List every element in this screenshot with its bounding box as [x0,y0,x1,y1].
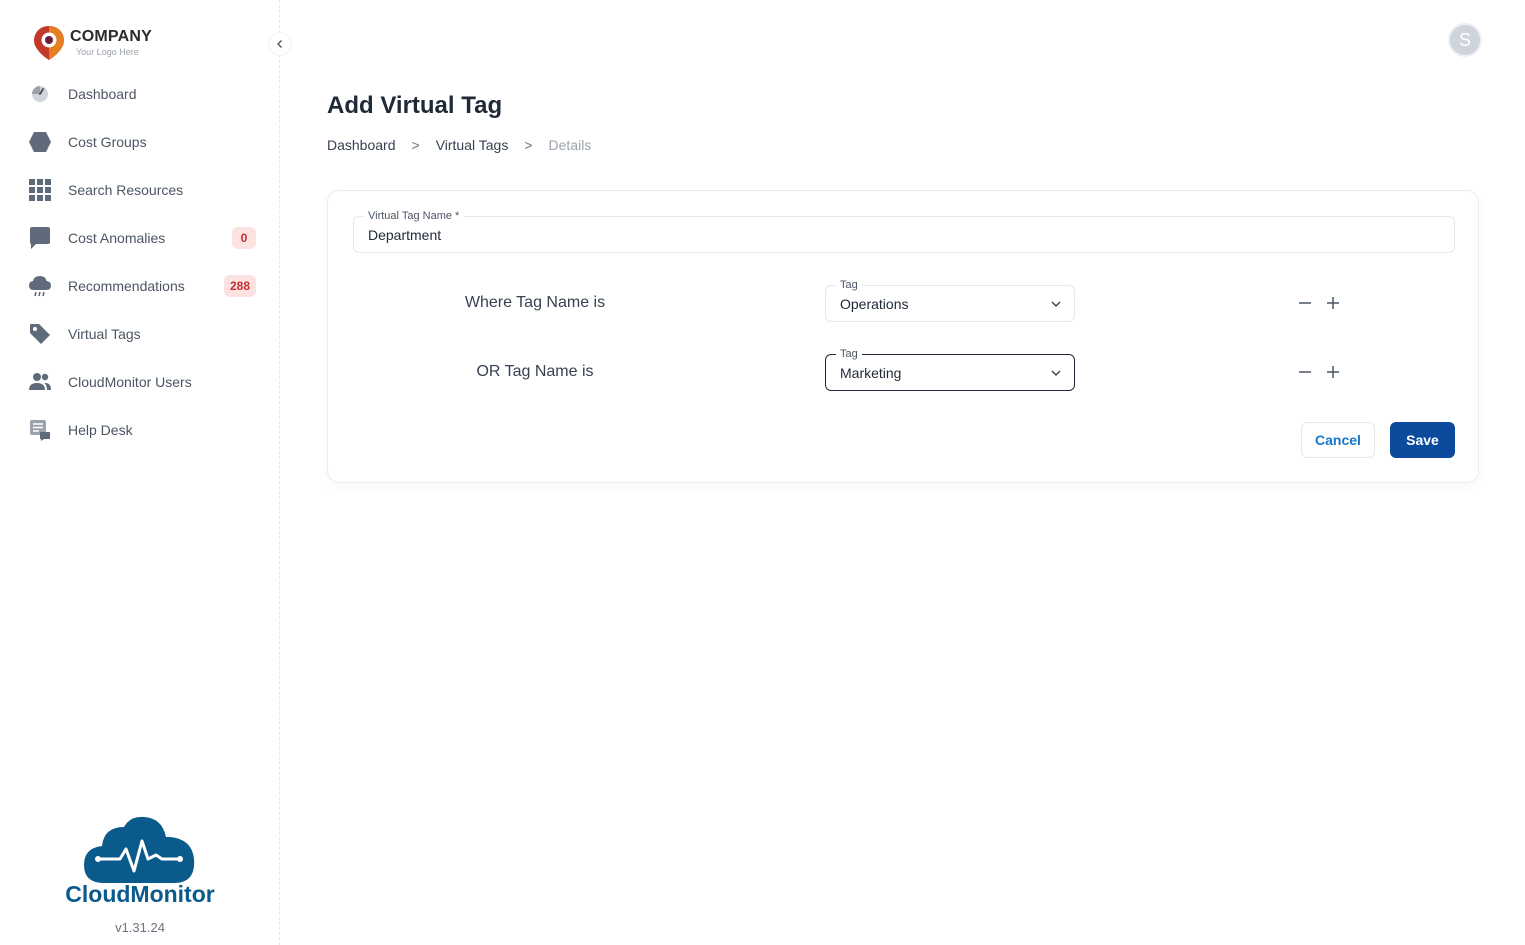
sidebar-nav: Dashboard Cost Groups Search Resources C… [0,70,280,454]
virtual-tag-name-value: Department [368,227,442,243]
remove-condition-button[interactable] [1297,364,1313,380]
sidebar-item-label: CloudMonitor Users [68,374,192,390]
breadcrumb-separator: > [524,137,533,153]
virtual-tag-form-card: Virtual Tag Name * Department Where Tag … [327,190,1479,483]
chat-icon [28,226,52,250]
grid-icon [28,178,52,202]
tag-select-label: Tag [836,278,862,292]
anomalies-count-badge: 0 [232,227,256,249]
breadcrumb-virtual-tags[interactable]: Virtual Tags [436,137,509,153]
company-tagline: Your Logo Here [76,47,139,57]
breadcrumb-dashboard[interactable]: Dashboard [327,137,396,153]
sidebar-item-dashboard[interactable]: Dashboard [0,70,280,118]
condition-label-or: OR Tag Name is [476,363,594,380]
sidebar-item-search-resources[interactable]: Search Resources [0,166,280,214]
cloud-icon [28,274,52,298]
condition-actions [1297,364,1353,380]
company-logo[interactable]: COMPANY Your Logo Here [32,24,152,62]
breadcrumb-details: Details [548,137,592,153]
sidebar-item-label: Dashboard [68,86,137,102]
page-title: Add Virtual Tag [327,92,503,119]
cloudmonitor-brand: CloudMonitor v1.31.24 [0,815,280,935]
chevron-left-icon [277,40,282,48]
tag-select-label: Tag [836,347,862,361]
save-button[interactable]: Save [1390,422,1455,458]
sidebar-item-cost-groups[interactable]: Cost Groups [0,118,280,166]
chevron-down-icon [1051,301,1061,307]
user-avatar[interactable]: S [1448,23,1482,57]
minus-icon [1299,371,1311,373]
sidebar-item-cloudmonitor-users[interactable]: CloudMonitor Users [0,358,280,406]
avatar-initial: S [1458,29,1471,50]
remove-condition-button[interactable] [1297,295,1313,311]
add-condition-button[interactable] [1325,295,1341,311]
tag-select-value: Marketing [840,365,902,381]
chevron-down-icon [1051,370,1061,376]
gauge-icon [28,82,52,106]
users-icon [28,370,52,394]
breadcrumb: Dashboard > Virtual Tags > Details [327,137,591,153]
sidebar-item-label: Cost Groups [68,134,147,150]
sidebar-item-label: Help Desk [68,422,133,438]
cancel-button[interactable]: Cancel [1301,422,1375,458]
sidebar-item-cost-anomalies[interactable]: Cost Anomalies 0 [0,214,280,262]
collapse-sidebar-button[interactable] [268,32,292,56]
condition-actions [1297,295,1353,311]
plus-icon [1327,366,1339,378]
helpdesk-icon [28,418,52,442]
tag-select-marketing[interactable]: Tag Marketing [825,347,1075,391]
company-name: COMPANY [70,28,152,45]
sidebar-item-recommendations[interactable]: Recommendations 288 [0,262,280,310]
sidebar-item-label: Virtual Tags [68,326,141,342]
breadcrumb-separator: > [411,137,420,153]
sidebar-item-label: Search Resources [68,182,184,198]
plus-icon [1327,297,1339,309]
minus-icon [1299,302,1311,304]
sidebar-item-label: Cost Anomalies [68,230,166,246]
app-version: v1.31.24 [115,920,165,935]
virtual-tag-name-field[interactable]: Virtual Tag Name * Department [353,209,1455,253]
sidebar: COMPANY Your Logo Here Dashboard Cost Gr… [0,0,280,945]
sidebar-item-label: Recommendations [68,278,185,294]
sidebar-item-virtual-tags[interactable]: Virtual Tags [0,310,280,358]
virtual-tag-name-label: Virtual Tag Name * [364,209,464,223]
tag-select-operations[interactable]: Tag Operations [825,278,1075,322]
hexagon-icon [28,130,52,154]
tag-select-value: Operations [840,296,909,312]
cloud-pulse-logo-icon [84,816,195,883]
brand-name: CloudMonitor [65,881,215,907]
add-condition-button[interactable] [1325,364,1341,380]
location-pin-logo-icon [34,26,64,60]
recommendations-count-badge: 288 [223,275,256,297]
sidebar-item-help-desk[interactable]: Help Desk [0,406,280,454]
condition-label-where: Where Tag Name is [464,294,606,311]
tag-icon [28,322,52,346]
